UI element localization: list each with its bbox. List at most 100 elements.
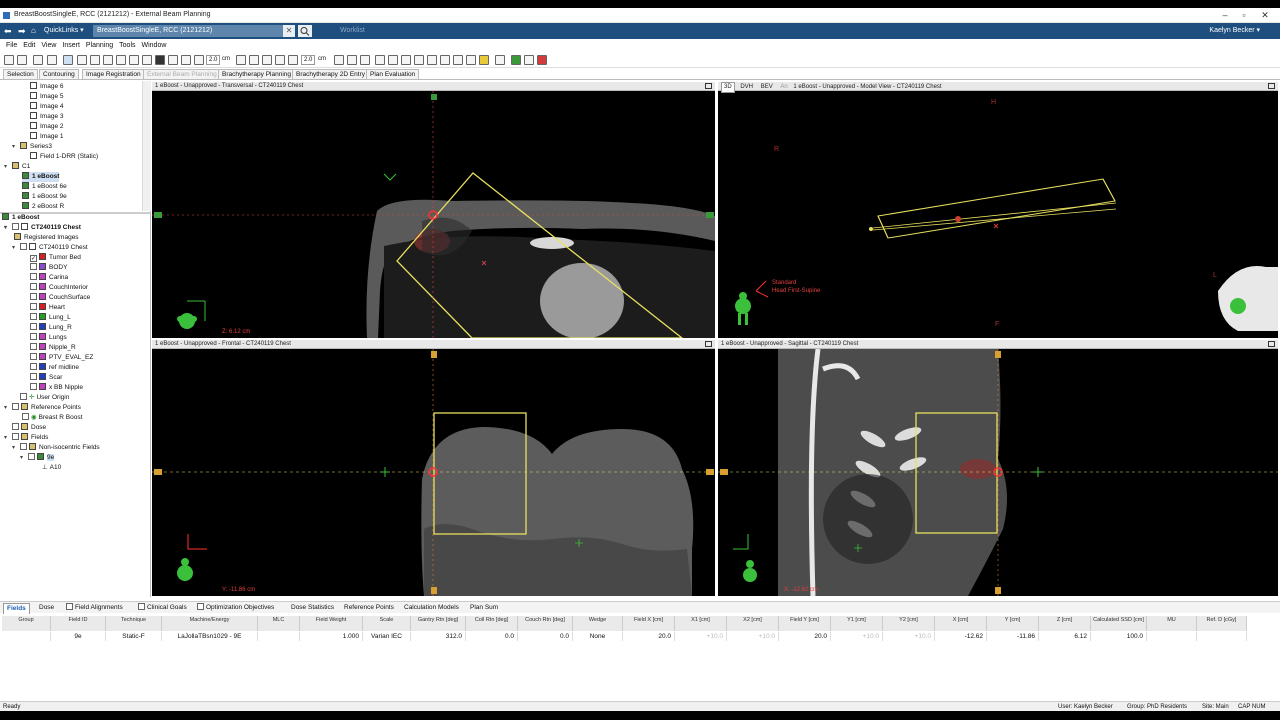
structure-visibility-checkbox[interactable]	[30, 373, 37, 380]
menu-insert[interactable]: Insert	[62, 39, 80, 52]
tool-icon[interactable]	[194, 55, 204, 65]
table-cell[interactable]: +10.0	[727, 632, 779, 641]
tool-icon[interactable]	[288, 55, 298, 65]
tab-checkbox[interactable]	[197, 603, 204, 610]
structure-item[interactable]: Lung_R	[30, 323, 72, 333]
tab-brachytherapy-planning[interactable]: Brachytherapy Planning	[218, 69, 296, 80]
viewport-sagittal[interactable]: 1 eBoost - Unapproved - Sagittal - CT240…	[718, 340, 1278, 596]
column-header[interactable]: MU	[1147, 616, 1197, 631]
structure-item[interactable]: Carina	[30, 273, 68, 283]
tab-external-beam-planning[interactable]: External Beam Planning	[143, 69, 221, 80]
table-cell[interactable]: +10.0	[883, 632, 935, 641]
tree-item-dose[interactable]: Dose	[12, 423, 46, 433]
column-header[interactable]: Calculated SSD [cm]	[1091, 616, 1147, 631]
tool-icon[interactable]	[479, 55, 489, 65]
tree-item-image[interactable]: Image 1	[30, 132, 64, 142]
tab-dose-statistics[interactable]: Dose Statistics	[288, 603, 337, 614]
table-cell[interactable]: None	[573, 632, 623, 641]
table-cell[interactable]: 1.000	[300, 632, 363, 641]
tool-icon[interactable]	[537, 55, 547, 65]
structure-visibility-checkbox[interactable]	[30, 323, 37, 330]
tool-icon[interactable]	[440, 55, 450, 65]
maximize-viewport-icon[interactable]	[705, 83, 712, 89]
tool-icon[interactable]	[262, 55, 272, 65]
structure-item[interactable]: Heart	[30, 303, 65, 313]
back-arrow-icon[interactable]: ⬅	[4, 25, 12, 37]
table-cell[interactable]: 100.0	[1091, 632, 1147, 641]
structure-visibility-checkbox[interactable]	[30, 273, 37, 280]
tool-icon[interactable]	[360, 55, 370, 65]
layout-icon[interactable]	[155, 55, 165, 65]
column-header[interactable]: Coll Rtn [deg]	[466, 616, 518, 631]
tool-icon[interactable]	[524, 55, 534, 65]
column-header[interactable]: Z [cm]	[1039, 616, 1091, 631]
structure-item[interactable]: Lung_L	[30, 313, 71, 323]
column-header[interactable]: Machine/Energy	[162, 616, 258, 631]
column-header[interactable]: Field X [cm]	[623, 616, 675, 631]
table-cell[interactable]: 0.0	[466, 632, 518, 641]
table-cell[interactable]: -12.62	[935, 632, 987, 641]
column-header[interactable]: Y2 [cm]	[883, 616, 935, 631]
tree-item-user-origin[interactable]: ✛ User Origin	[20, 393, 69, 403]
column-header[interactable]: Ref. D [cGy]	[1197, 616, 1247, 631]
structure-item[interactable]: ref midline	[30, 363, 79, 373]
tree-item-plan[interactable]: 2 eBoost R	[22, 202, 64, 212]
viewport-frontal[interactable]: 1 eBoost - Unapproved - Frontal - CT2401…	[152, 340, 715, 596]
structure-visibility-checkbox[interactable]	[30, 383, 37, 390]
tree-item-plan[interactable]: 1 eBoost 9e	[22, 192, 67, 202]
quicklinks-menu[interactable]: QuickLinks ▾	[44, 25, 84, 37]
tab-reference-points[interactable]: Reference Points	[341, 603, 397, 614]
tool-icon[interactable]	[47, 55, 57, 65]
table-cell[interactable]	[1197, 632, 1247, 641]
structure-item[interactable]: PTV_EVAL_EZ	[30, 353, 93, 363]
close-window-button[interactable]: ✕	[1254, 9, 1276, 22]
table-cell[interactable]: 6.12	[1039, 632, 1091, 641]
visibility-checkbox[interactable]	[28, 453, 35, 460]
tree-item-image[interactable]: Image 5	[30, 92, 64, 102]
structure-item[interactable]: x BB Nipple	[30, 383, 83, 393]
column-header[interactable]: X1 [cm]	[675, 616, 727, 631]
structure-visibility-checkbox[interactable]	[30, 353, 37, 360]
tool-icon[interactable]	[90, 55, 100, 65]
tool-icon[interactable]	[427, 55, 437, 65]
tree-item-drr[interactable]: Field 1-DRR (Static)	[30, 152, 98, 162]
tab-field-alignments[interactable]: Field Alignments	[63, 603, 126, 614]
tree-item-image[interactable]: Image 2	[30, 122, 64, 132]
expand-arrow-icon[interactable]: ▾	[12, 243, 20, 253]
tab-image-registration[interactable]: Image Registration	[82, 69, 145, 80]
tool-icon[interactable]	[181, 55, 191, 65]
user-menu[interactable]: Kaelyn Becker ▾	[1209, 25, 1260, 37]
expand-arrow-icon[interactable]: ▾	[20, 453, 28, 463]
column-header[interactable]: Couch Rtn [deg]	[518, 616, 573, 631]
column-header[interactable]: Y1 [cm]	[831, 616, 883, 631]
tree-item-structure-set[interactable]: ▾ CT240119 Chest	[12, 243, 88, 253]
table-cell[interactable]: 312.0	[411, 632, 466, 641]
tool-icon[interactable]	[17, 55, 27, 65]
tab-calculation-models[interactable]: Calculation Models	[401, 603, 462, 614]
tool-icon[interactable]	[388, 55, 398, 65]
table-cell[interactable]	[2, 632, 51, 641]
tool-icon[interactable]	[375, 55, 385, 65]
tab-brachytherapy-2d-entry[interactable]: Brachytherapy 2D Entry	[292, 69, 370, 80]
tree-item-image[interactable]: Image 4	[30, 102, 64, 112]
menu-window[interactable]: Window	[142, 39, 167, 52]
zoom-step-input[interactable]: 2.0	[206, 55, 221, 65]
table-cell[interactable]: 20.0	[779, 632, 831, 641]
tree-item-course[interactable]: ▾ C1	[4, 162, 30, 172]
menu-planning[interactable]: Planning	[86, 39, 113, 52]
column-header[interactable]: MLC	[258, 616, 300, 631]
table-cell[interactable]: +10.0	[675, 632, 727, 641]
menu-edit[interactable]: Edit	[23, 39, 35, 52]
column-header[interactable]: Field Y [cm]	[779, 616, 831, 631]
tool-icon[interactable]	[142, 55, 152, 65]
pan-icon[interactable]	[129, 55, 139, 65]
measure-step-input[interactable]: 2.0	[301, 55, 316, 65]
tree-item-registered[interactable]: Registered Images	[14, 233, 79, 243]
column-header[interactable]: Field ID	[51, 616, 106, 631]
visibility-checkbox[interactable]	[22, 413, 29, 420]
patient-close-button[interactable]: ✕	[283, 25, 295, 37]
tree-item-image[interactable]: Image 6	[30, 82, 64, 92]
tool-icon[interactable]	[77, 55, 87, 65]
tool-icon[interactable]	[33, 55, 43, 65]
tool-icon[interactable]	[466, 55, 476, 65]
